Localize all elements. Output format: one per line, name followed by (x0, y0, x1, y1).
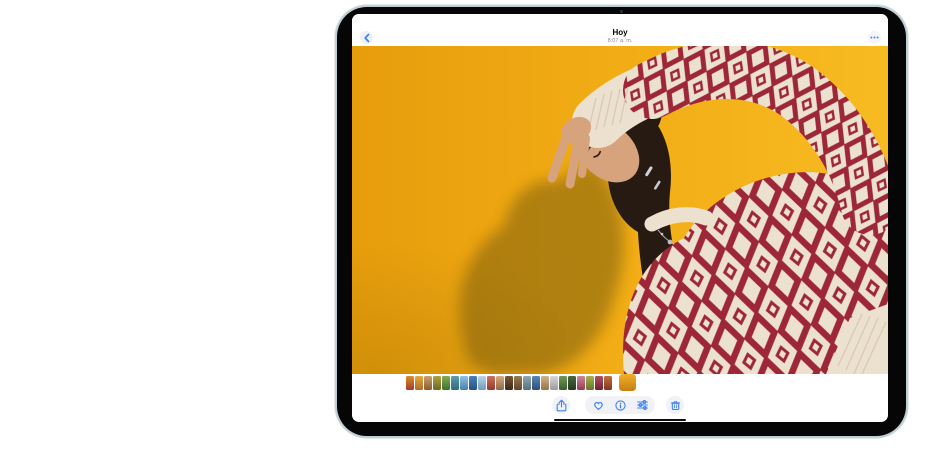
filmstrip-thumb[interactable] (505, 376, 513, 390)
filmstrip-thumb[interactable] (532, 376, 540, 390)
ipad-screen: 9:41 a.m. Mar 1 de abr. 100% (352, 14, 888, 422)
delete-button[interactable] (666, 396, 684, 414)
heart-icon (593, 400, 604, 411)
adjust-icon (637, 400, 648, 410)
adjust-button[interactable] (633, 396, 651, 414)
filmstrip-thumb[interactable] (559, 376, 567, 390)
filmstrip-thumbs (406, 376, 612, 390)
page-background: 9:41 a.m. Mar 1 de abr. 100% (0, 0, 932, 450)
filmstrip-thumb[interactable] (460, 376, 468, 390)
ipad-device-frame: 9:41 a.m. Mar 1 de abr. 100% (337, 7, 906, 436)
filmstrip-thumb[interactable] (469, 376, 477, 390)
front-camera (620, 10, 623, 13)
filmstrip-thumb[interactable] (451, 376, 459, 390)
filmstrip-thumb[interactable] (487, 376, 495, 390)
page-title: Hoy (352, 28, 888, 37)
ellipsis-icon (870, 36, 879, 39)
home-indicator[interactable] (554, 419, 686, 422)
share-button[interactable] (552, 396, 570, 414)
nav-title-block: Hoy 8:07 a. m. (352, 28, 888, 44)
filmstrip-thumb-selected[interactable] (619, 374, 636, 391)
filmstrip-thumb[interactable] (550, 376, 558, 390)
photo-timestamp: 8:07 a. m. (352, 38, 888, 44)
filmstrip-thumb[interactable] (514, 376, 522, 390)
filmstrip-thumb[interactable] (595, 376, 603, 390)
filmstrip-thumb[interactable] (577, 376, 585, 390)
favorite-button[interactable] (589, 396, 607, 414)
photo-canvas[interactable] (352, 46, 888, 374)
filmstrip (352, 374, 888, 392)
bottom-toolbar (352, 396, 888, 414)
filmstrip-thumb[interactable] (568, 376, 576, 390)
more-button[interactable] (868, 31, 881, 44)
filmstrip-thumb[interactable] (541, 376, 549, 390)
info-button[interactable] (611, 396, 629, 414)
filmstrip-thumb[interactable] (433, 376, 441, 390)
filmstrip-thumb[interactable] (424, 376, 432, 390)
actions-pill (585, 396, 655, 414)
nav-bar: Hoy 8:07 a. m. (352, 14, 888, 46)
filmstrip-thumb[interactable] (406, 376, 414, 390)
filmstrip-thumb[interactable] (478, 376, 486, 390)
filmstrip-thumb[interactable] (442, 376, 450, 390)
filmstrip-thumb[interactable] (523, 376, 531, 390)
filmstrip-thumb[interactable] (586, 376, 594, 390)
info-icon (615, 400, 626, 411)
filmstrip-thumb[interactable] (496, 376, 504, 390)
filmstrip-thumb[interactable] (415, 376, 423, 390)
share-icon (556, 399, 567, 412)
trash-icon (670, 400, 681, 411)
sweater-collar (652, 215, 706, 224)
filmstrip-thumb[interactable] (604, 376, 612, 390)
